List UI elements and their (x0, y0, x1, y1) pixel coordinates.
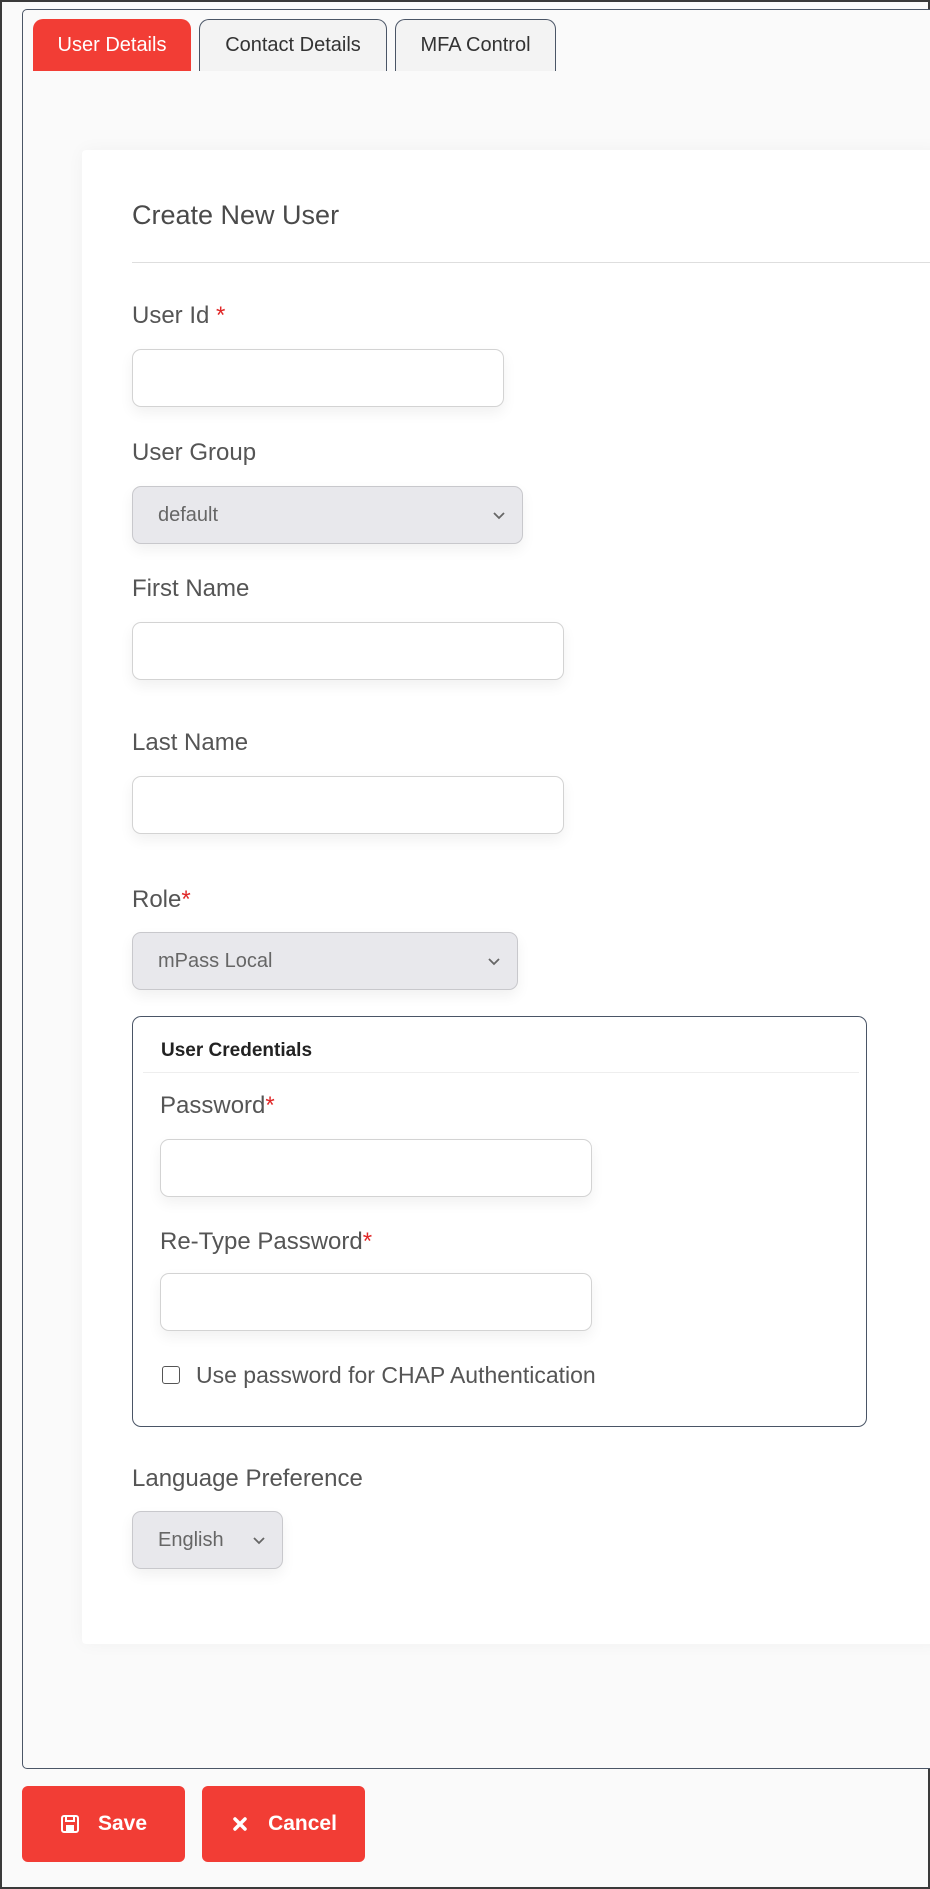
retype-password-input[interactable] (160, 1273, 592, 1331)
user-group-selected-value: default (158, 503, 219, 526)
close-icon (233, 1817, 247, 1831)
user-id-label-text: User Id (132, 302, 210, 329)
role-selected-value: mPass Local (158, 949, 273, 972)
chevron-down-icon (493, 512, 505, 520)
save-button-label: Save (97, 1812, 148, 1835)
chevron-down-icon (488, 958, 500, 966)
user-id-input[interactable] (132, 349, 504, 407)
language-label: Language Preference (132, 1465, 363, 1492)
retype-password-label-text: Re-Type Password (160, 1228, 363, 1255)
language-selected-value: English (158, 1528, 224, 1551)
tab-mfa-control[interactable]: MFA Control (395, 19, 556, 71)
chap-checkbox-label: Use password for CHAP Authentication (196, 1362, 596, 1388)
save-icon (60, 1815, 79, 1833)
required-mark: * (362, 1228, 373, 1255)
cancel-button[interactable]: Cancel (202, 1786, 365, 1862)
last-name-label: Last Name (132, 729, 249, 756)
password-label-text: Password (160, 1092, 266, 1119)
cancel-button-label: Cancel (268, 1812, 337, 1835)
chap-checkbox[interactable] (162, 1366, 180, 1384)
role-label-text: Role (132, 886, 182, 913)
language-select[interactable]: English (132, 1511, 283, 1569)
user-group-label: User Group (132, 439, 257, 466)
tab-user-details[interactable]: User Details (33, 19, 191, 71)
required-mark: * (216, 302, 226, 329)
first-name-label: First Name (132, 575, 250, 602)
required-mark: * (265, 1092, 275, 1119)
save-button[interactable]: Save (22, 1786, 185, 1862)
role-label: Role* (132, 886, 191, 914)
role-select[interactable]: mPass Local (132, 932, 518, 990)
user-credentials-title: User Credentials (161, 1040, 313, 1061)
user-group-select[interactable]: default (132, 486, 523, 544)
password-label: Password* (160, 1092, 275, 1120)
required-mark: * (181, 886, 191, 913)
chevron-down-icon (253, 1537, 265, 1545)
retype-password-label: Re-Type Password* (160, 1228, 372, 1256)
first-name-input[interactable] (132, 622, 564, 680)
password-input[interactable] (160, 1139, 592, 1197)
last-name-input[interactable] (132, 776, 564, 834)
page-title: Create New User (132, 200, 340, 230)
user-id-label: User Id * (132, 302, 225, 330)
tab-contact-details[interactable]: Contact Details (199, 19, 387, 71)
title-divider (132, 262, 930, 263)
